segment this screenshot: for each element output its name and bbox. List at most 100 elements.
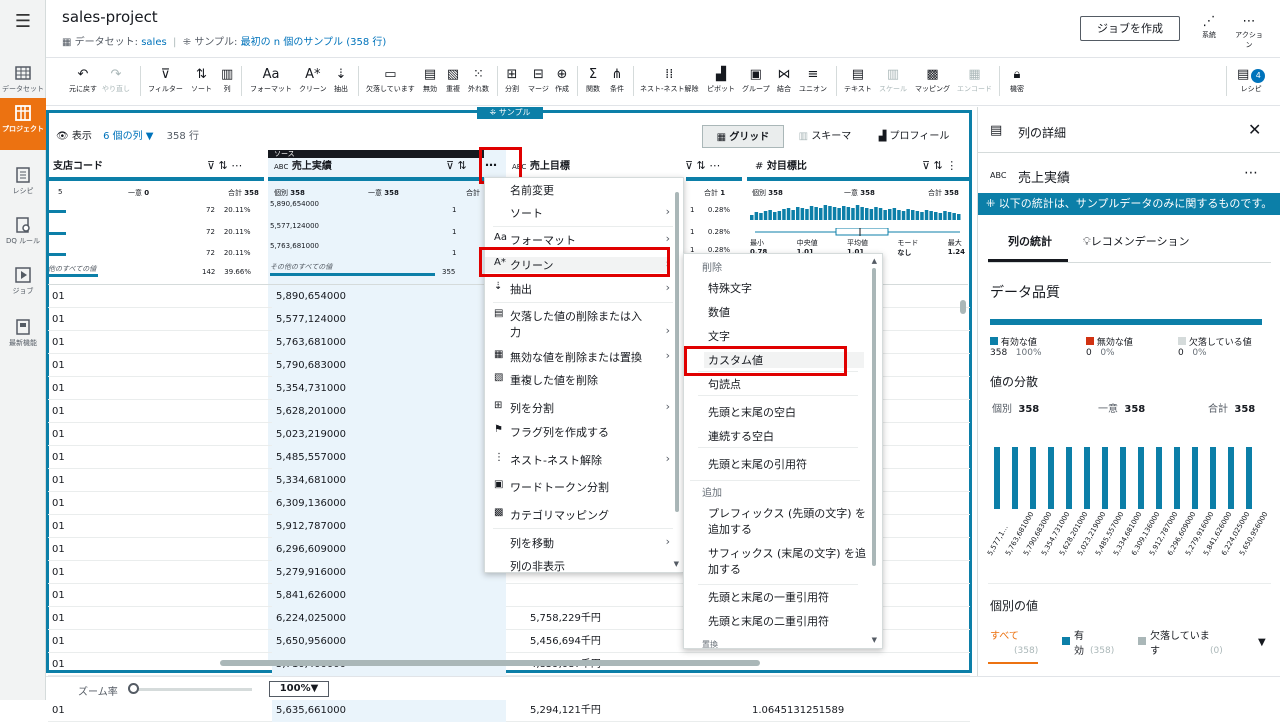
table-cell[interactable]: 5,763,681000 xyxy=(272,331,506,354)
create-job-button[interactable]: ジョブを作成 xyxy=(1080,16,1180,41)
tab-profile[interactable]: ▟ プロフィール xyxy=(866,125,962,148)
table-cell[interactable]: 5,294,121千円 xyxy=(526,699,746,722)
filter-valid[interactable]: 有効 xyxy=(1074,629,1088,659)
table-cell[interactable]: 01 xyxy=(48,400,268,423)
invalid-button[interactable]: ▤ 無効 xyxy=(423,68,437,94)
table-cell[interactable]: 1.0645131251589 xyxy=(748,699,968,722)
extract-button[interactable]: ⇣ 抽出 xyxy=(334,68,348,94)
condition-button[interactable]: ⋔ 条件 xyxy=(610,68,624,94)
menu-item[interactable]: ▣ ワードトークン分割 xyxy=(485,479,670,495)
histogram-bar[interactable] xyxy=(1066,447,1072,509)
filter-dropdown-icon[interactable]: ▼ xyxy=(1258,637,1266,648)
format-button[interactable]: Aa フォーマット xyxy=(250,68,292,94)
sort-button[interactable]: ⇅ ソート xyxy=(191,68,212,94)
submenu-item[interactable]: 数値 xyxy=(708,304,730,320)
table-cell[interactable]: 5,485,557000 xyxy=(272,446,506,469)
vertical-scrollbar[interactable] xyxy=(960,300,966,314)
menu-item[interactable]: ▦ 無効な値を削除または置換 › xyxy=(485,349,670,365)
scroll-down-icon[interactable]: ▼ xyxy=(674,560,679,568)
column-controls-ratio[interactable]: ⊽ ⇅ ⋮ xyxy=(922,159,957,172)
table-cell[interactable]: 01 xyxy=(48,354,268,377)
filter-button[interactable]: ⊽ フィルター xyxy=(148,68,183,94)
table-cell[interactable]: 01 xyxy=(48,584,268,607)
menu-scrollbar[interactable] xyxy=(675,192,679,512)
histogram-bar[interactable] xyxy=(1084,447,1090,509)
table-cell[interactable]: 01 xyxy=(48,377,268,400)
column-header-ratio[interactable]: # 対目標比 xyxy=(755,157,807,177)
split-button[interactable]: ⊞ 分割 xyxy=(505,68,519,94)
join-button[interactable]: ⋈ 結合 xyxy=(777,68,791,94)
histogram-bar[interactable] xyxy=(1174,447,1180,509)
table-cell[interactable]: 5,790,683000 xyxy=(272,354,506,377)
menu-item[interactable]: ▩ カテゴリマッピング xyxy=(485,507,670,523)
zoom-slider-track[interactable] xyxy=(130,688,252,691)
actions-button[interactable]: ⋯ アクション xyxy=(1232,14,1266,50)
menu-item[interactable]: 名前変更 xyxy=(485,182,670,198)
create-button[interactable]: ⊕ 作成 xyxy=(555,68,569,94)
function-button[interactable]: Σ 関数 xyxy=(586,68,600,94)
submenu-item[interactable]: 連続する空白 xyxy=(708,428,774,444)
table-cell[interactable]: 5,650,956000 xyxy=(272,630,506,653)
table-cell[interactable]: 01 xyxy=(48,446,268,469)
table-cell[interactable]: 5,890,654000 xyxy=(272,285,506,308)
nav-recipes[interactable]: レシピ xyxy=(0,160,46,210)
hamburger-menu-icon[interactable]: ☰ xyxy=(0,0,46,46)
horizontal-scrollbar[interactable] xyxy=(220,660,760,666)
clean-button[interactable]: A* クリーン xyxy=(299,68,327,94)
menu-item[interactable]: ⋮ ネスト-ネスト解除 › xyxy=(485,452,670,468)
histogram-bar[interactable] xyxy=(994,447,1000,509)
histogram-bar[interactable] xyxy=(1102,447,1108,509)
histogram-bar[interactable] xyxy=(1210,447,1216,509)
table-cell[interactable]: 01 xyxy=(48,538,268,561)
submenu-item[interactable]: 特殊文字 xyxy=(708,280,752,296)
submenu-item[interactable]: 先頭と末尾の引用符 xyxy=(708,456,807,472)
submenu-item[interactable]: 句読点 xyxy=(708,376,741,392)
menu-item[interactable]: ⚑ フラグ列を作成する xyxy=(485,424,670,440)
submenu-item[interactable]: サフィックス (末尾の文字) を追 加する xyxy=(708,546,866,578)
zoom-select[interactable]: 100%▼ xyxy=(269,681,329,697)
submenu-scrollbar[interactable] xyxy=(872,268,876,566)
menu-item[interactable]: ⊞ 列を分割 › xyxy=(485,400,670,416)
scroll-up-icon[interactable]: ▲ xyxy=(872,257,877,265)
tab-schema[interactable]: ▥ スキーマ xyxy=(784,125,866,148)
zoom-slider-thumb[interactable] xyxy=(128,683,139,694)
table-cell[interactable]: 5,841,626000 xyxy=(272,584,506,607)
menu-item[interactable]: 列の非表示 xyxy=(485,558,670,574)
nest-button[interactable]: ⁞⁞ ネスト-ネスト解除 xyxy=(640,68,699,94)
table-cell[interactable]: 6,309,136000 xyxy=(272,492,506,515)
table-cell[interactable]: 01 xyxy=(48,561,268,584)
column-controls[interactable]: ⊽ ⇅ ⋯ xyxy=(207,159,242,172)
column-header-branch[interactable]: 支店コード xyxy=(53,157,103,177)
submenu-item[interactable]: 先頭と末尾の二重引用符 xyxy=(708,614,829,630)
table-cell[interactable]: 5,635,661000 xyxy=(272,699,506,722)
table-cell[interactable]: 5,912,787000 xyxy=(272,515,506,538)
table-cell[interactable]: 5,628,201000 xyxy=(272,400,506,423)
table-cell[interactable]: 01 xyxy=(48,515,268,538)
menu-item[interactable]: Aa フォーマット › xyxy=(485,232,670,248)
table-cell[interactable]: 01 xyxy=(48,699,268,722)
histogram-bar[interactable] xyxy=(1120,447,1126,509)
tab-grid[interactable]: ▦ グリッド xyxy=(702,125,784,148)
histogram-bar[interactable] xyxy=(1012,447,1018,509)
table-cell[interactable]: 6,224,025000 xyxy=(272,607,506,630)
histogram-bar[interactable] xyxy=(1156,447,1162,509)
table-cell[interactable]: 6,296,609000 xyxy=(272,538,506,561)
histogram-bar[interactable] xyxy=(1192,447,1198,509)
table-cell[interactable]: 5,577,124000 xyxy=(272,308,506,331)
table-cell[interactable]: 01 xyxy=(48,469,268,492)
encode-button[interactable]: ▦ エンコード xyxy=(957,68,992,94)
group-button[interactable]: ▣ グループ xyxy=(742,68,770,94)
histogram-bar[interactable] xyxy=(1228,447,1234,509)
filter-missing[interactable]: 欠落しています xyxy=(1150,629,1210,659)
close-icon[interactable]: ✕ xyxy=(1248,120,1261,139)
pivot-button[interactable]: ▟ ピボット xyxy=(707,68,735,94)
union-button[interactable]: ≡ ユニオン xyxy=(799,68,827,94)
merge-button[interactable]: ⊟ マージ xyxy=(528,68,549,94)
submenu-item[interactable]: プレフィックス (先頭の文字) を追加する xyxy=(708,506,866,538)
submenu-item[interactable]: 文字 xyxy=(708,328,730,344)
histogram-bar[interactable] xyxy=(1030,447,1036,509)
table-cell[interactable]: 01 xyxy=(48,607,268,630)
mapping-button[interactable]: ▩ マッピング xyxy=(915,68,950,94)
undo-button[interactable]: ↶ 元に戻す xyxy=(69,68,97,94)
text-button[interactable]: ▤ テキスト xyxy=(844,68,872,94)
